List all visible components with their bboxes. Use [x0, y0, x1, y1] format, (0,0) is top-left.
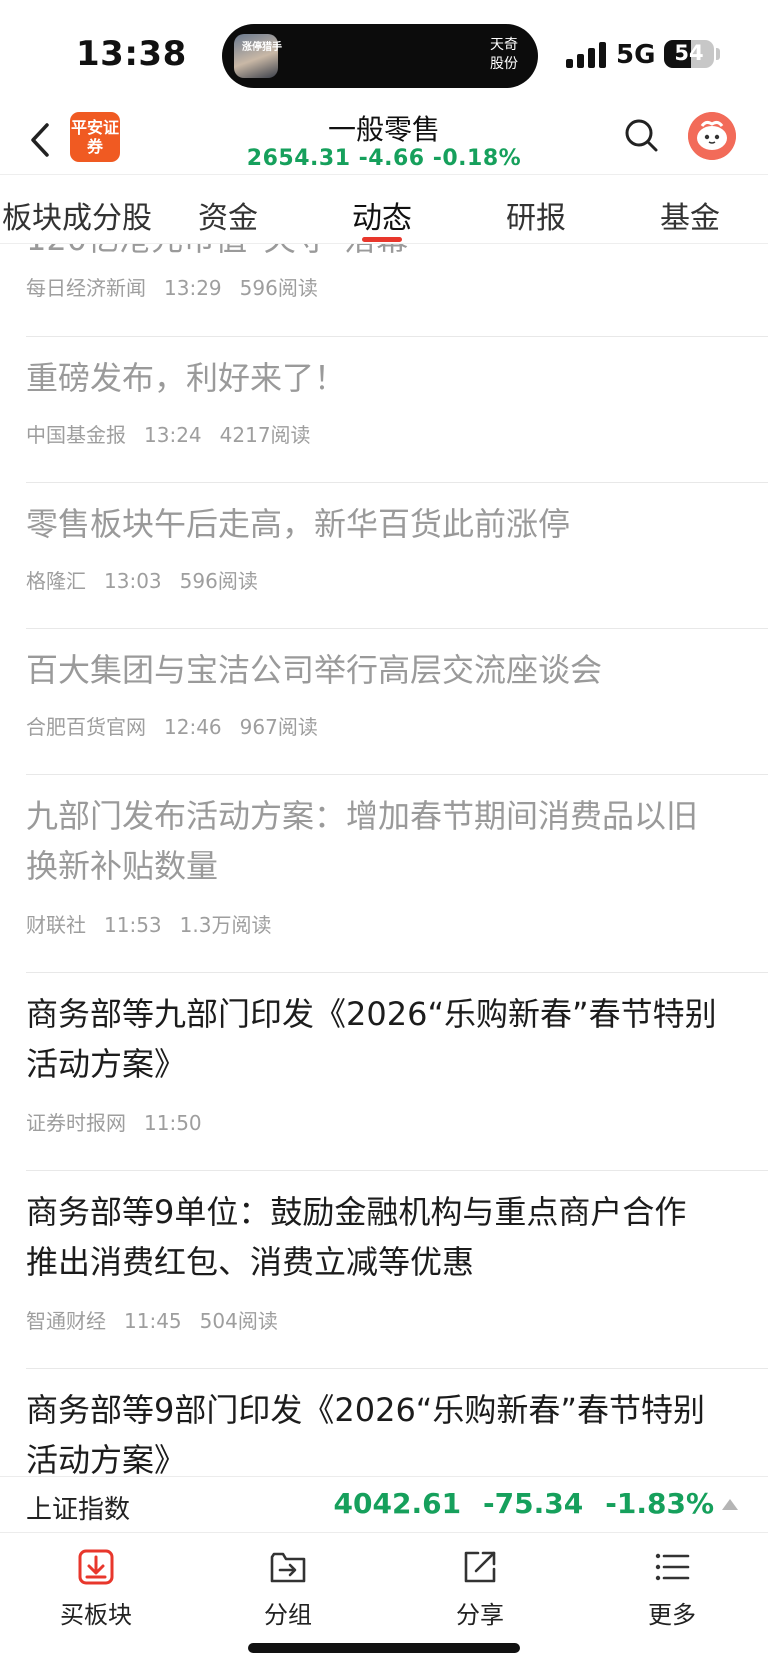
news-item[interactable]: 零售板块午后走高，新华百货此前涨停 格隆汇 13:03 596阅读: [26, 483, 768, 629]
download-tray-icon: [78, 1549, 114, 1585]
app-screen: 13:38 涨停猎手 天奇股份 5G 54 平安证券 一般零售 2654.31 …: [0, 0, 768, 1669]
more-button[interactable]: 更多: [612, 1547, 732, 1630]
news-item[interactable]: 120亿港元市值“失守”落幕 每日经济新闻 13:29 596阅读: [26, 244, 768, 337]
market-index-bar[interactable]: 上证指数 4042.61 -75.34 -1.83%: [0, 1476, 768, 1532]
dynamic-island[interactable]: 涨停猎手 天奇股份: [222, 24, 538, 88]
folder-icon: [270, 1552, 306, 1583]
index-name: 上证指数: [26, 1495, 131, 1525]
share-label: 分享: [456, 1601, 504, 1629]
menu-list-icon: [655, 1553, 690, 1581]
tab-fund[interactable]: 基金: [660, 193, 720, 237]
index-percent: -1.83%: [605, 1487, 714, 1520]
news-meta: 证券时报网 11:50: [26, 1107, 220, 1136]
news-title: 重磅发布，利好来了！: [26, 359, 347, 397]
news-time: 12:46: [164, 715, 222, 739]
tab-constituents[interactable]: 板块成分股: [2, 193, 152, 237]
network-type: 5G: [616, 40, 656, 70]
news-item[interactable]: 百大集团与宝洁公司举行高层交流座谈会 合肥百货官网 12:46 967阅读: [26, 629, 768, 775]
news-meta: 中国基金报 13:24 4217阅读: [26, 419, 329, 448]
tab-news[interactable]: 动态: [352, 193, 412, 237]
assistant-face-icon: [688, 112, 736, 160]
news-meta: 财联社 11:53 1.3万阅读: [26, 909, 289, 938]
active-tab-indicator: [362, 237, 402, 242]
group-label: 分组: [264, 1601, 312, 1629]
news-source: 中国基金报: [26, 423, 126, 447]
home-indicator[interactable]: [248, 1643, 520, 1653]
news-title: 商务部等九部门印发《2026“乐购新春”春节特别活动方案》: [26, 995, 717, 1083]
news-source: 财联社: [26, 913, 86, 937]
news-reads: 967阅读: [239, 715, 318, 739]
index-value: 4042.61: [333, 1487, 462, 1520]
share-button[interactable]: 分享: [420, 1547, 540, 1630]
news-reads: 1.3万阅读: [179, 913, 272, 937]
news-time: 13:03: [104, 569, 162, 593]
expand-up-icon[interactable]: [722, 1499, 738, 1510]
island-app-icon: 涨停猎手: [234, 34, 282, 78]
news-title: 零售板块午后走高，新华百货此前涨停: [26, 505, 571, 543]
news-source: 证券时报网: [26, 1111, 126, 1135]
nav-header: 平安证券 一般零售 2654.31 -4.66 -0.18%: [0, 104, 768, 174]
news-item[interactable]: 重磅发布，利好来了！ 中国基金报 13:24 4217阅读: [26, 337, 768, 483]
share-icon: [464, 1551, 496, 1583]
bottom-toolbar: 买板块 分组 分享 更多: [0, 1532, 768, 1669]
news-title: 商务部等9单位：鼓励金融机构与重点商户合作 推出消费红包、消费立减等优惠: [26, 1193, 687, 1281]
news-time: 11:53: [104, 913, 162, 937]
index-change: -75.34: [483, 1487, 584, 1520]
index-values: 4042.61 -75.34 -1.83%: [312, 1487, 714, 1520]
tab-bar: 板块成分股 资金 动态 研报 基金: [0, 174, 768, 244]
search-icon: [625, 119, 658, 152]
group-button[interactable]: 分组: [228, 1547, 348, 1630]
island-stock-name: 天奇股份: [490, 37, 518, 72]
tab-funds-flow[interactable]: 资金: [198, 193, 258, 237]
news-reads: 504阅读: [199, 1309, 278, 1333]
news-reads: 4217阅读: [219, 423, 311, 447]
news-time: 13:24: [144, 423, 202, 447]
status-bar: 13:38 涨停猎手 天奇股份 5G 54: [0, 0, 768, 110]
news-time: 13:29: [164, 276, 222, 300]
status-time: 13:38: [76, 34, 187, 74]
news-source: 每日经济新闻: [26, 276, 146, 300]
news-source: 格隆汇: [26, 569, 86, 593]
news-item[interactable]: 商务部等9部门印发《2026“乐购新春”春节特别活动方案》: [26, 1369, 768, 1476]
news-title: 百大集团与宝洁公司举行高层交流座谈会: [26, 651, 603, 689]
news-item[interactable]: 商务部等9单位：鼓励金融机构与重点商户合作 推出消费红包、消费立减等优惠 智通财…: [26, 1171, 768, 1369]
assistant-avatar[interactable]: [688, 112, 736, 160]
news-meta: 每日经济新闻 13:29 596阅读: [26, 272, 336, 301]
battery-icon: 54: [664, 40, 714, 68]
news-item[interactable]: 商务部等九部门印发《2026“乐购新春”春节特别活动方案》 证券时报网 11:50: [26, 973, 768, 1171]
news-reads: 596阅读: [239, 276, 318, 300]
more-label: 更多: [648, 1601, 696, 1629]
news-feed[interactable]: 120亿港元市值“失守”落幕 每日经济新闻 13:29 596阅读 重磅发布，利好来…: [0, 244, 768, 1476]
news-time: 11:45: [124, 1309, 182, 1333]
news-item[interactable]: 九部门发布活动方案：增加春节期间消费品以旧换新补贴数量 财联社 11:53 1.3万…: [26, 775, 768, 973]
buy-sector-label: 买板块: [60, 1601, 132, 1629]
news-meta: 格隆汇 13:03 596阅读: [26, 565, 276, 594]
signal-icon: [566, 42, 608, 68]
tab-research[interactable]: 研报: [506, 193, 566, 237]
news-reads: 596阅读: [179, 569, 258, 593]
battery-percent: 54: [674, 41, 704, 65]
news-source: 智通财经: [26, 1309, 106, 1333]
battery-cap: [716, 48, 720, 60]
news-time: 11:50: [144, 1111, 202, 1135]
news-source: 合肥百货官网: [26, 715, 146, 739]
news-meta: 合肥百货官网 12:46 967阅读: [26, 711, 336, 740]
news-title: 商务部等9部门印发《2026“乐购新春”春节特别活动方案》: [26, 1391, 705, 1476]
news-title: 120亿港元市值“失守”落幕: [26, 244, 408, 260]
buy-sector-button[interactable]: 买板块: [36, 1547, 156, 1630]
island-app-label: 涨停猎手: [242, 42, 282, 53]
search-button[interactable]: [622, 116, 662, 156]
news-meta: 智通财经 11:45 504阅读: [26, 1305, 296, 1334]
news-title: 九部门发布活动方案：增加春节期间消费品以旧换新补贴数量: [26, 797, 699, 885]
